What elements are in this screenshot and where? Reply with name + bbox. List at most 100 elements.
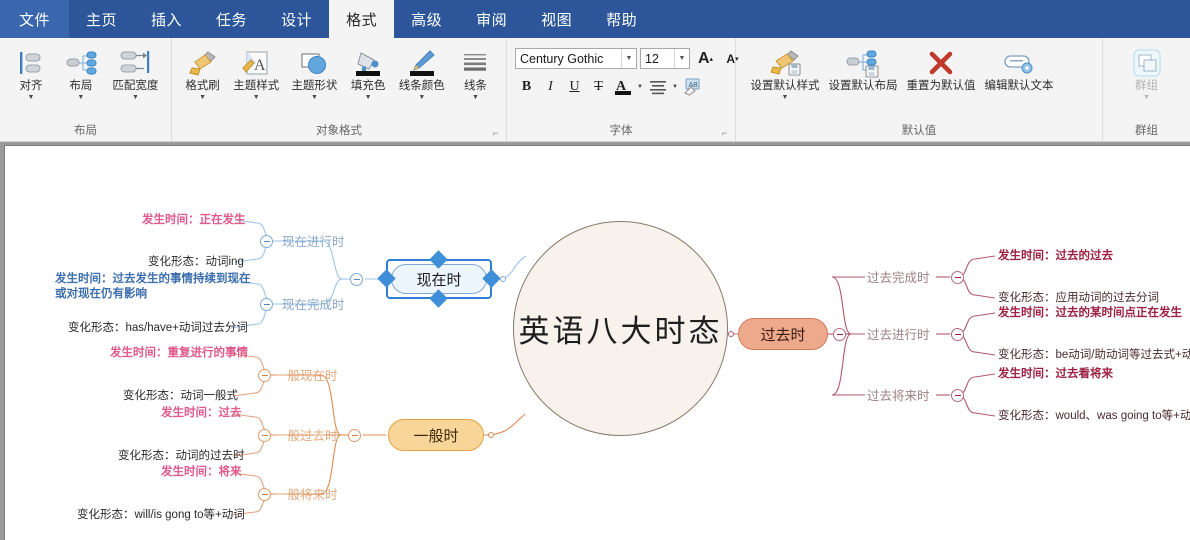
connector-dot-past[interactable]: [728, 331, 734, 337]
detail-simple-present-form[interactable]: 变化形态：动词一般式: [123, 389, 238, 404]
edit-default-text-button[interactable]: 编辑默认文本: [980, 42, 1058, 102]
text-color-button[interactable]: A: [611, 75, 634, 98]
chevron-down-icon[interactable]: ▼: [621, 49, 636, 68]
detail-past-continuous-time[interactable]: 发生时间：过去的某时间点正在发生: [998, 306, 1182, 321]
collapse-button-present[interactable]: [350, 273, 363, 286]
bold-button[interactable]: B: [515, 75, 538, 98]
menu-item-review[interactable]: 审阅: [459, 0, 524, 38]
chevron-down-icon[interactable]: ▼: [472, 93, 479, 102]
detail-past-continuous-form[interactable]: 变化形态：be动词/助动词等过去式+动词ing: [998, 348, 1190, 363]
detail-present-perfect-time-line1[interactable]: 发生时间：过去发生的事情持续到现在: [55, 272, 251, 287]
chevron-down-icon[interactable]: ▼: [77, 93, 84, 102]
detail-present-continuous-time[interactable]: 发生时间：正在发生: [142, 213, 246, 228]
chevron-down-icon[interactable]: ▼: [253, 93, 260, 102]
chevron-down-icon[interactable]: ▼: [674, 49, 689, 68]
collapse-button-present-continuous[interactable]: [260, 235, 273, 248]
grow-font-button[interactable]: A ▴: [693, 47, 718, 70]
subtopic-simple-future[interactable]: 一般将来时: [275, 487, 338, 502]
detail-past-future-form[interactable]: 变化形态：would、was going to等+动词: [998, 409, 1190, 424]
detail-simple-past-time[interactable]: 发生时间：过去: [161, 406, 242, 421]
subtopic-past-future[interactable]: 过去将来时: [867, 388, 930, 403]
subtopic-simple-past[interactable]: 一般过去时: [275, 428, 338, 443]
subtopic-label: 过去完成时: [867, 270, 930, 285]
dialog-launcher-icon[interactable]: ⌐: [491, 129, 500, 138]
menu-item-task[interactable]: 任务: [199, 0, 264, 38]
underline-button[interactable]: U: [563, 75, 586, 98]
fill-color-button[interactable]: 填充色 ▼: [344, 42, 393, 102]
group-button[interactable]: 群组 ▼: [1120, 42, 1174, 102]
menu-item-file[interactable]: 文件: [0, 0, 70, 38]
detail-present-perfect-time-line2[interactable]: 或对现在仍有影响: [55, 287, 147, 302]
grow-font-label: A: [697, 49, 710, 67]
theme-style-button[interactable]: A 主题样式 ▼: [227, 42, 285, 102]
topic-simple[interactable]: 一般时: [388, 419, 484, 451]
subtopic-past-continuous[interactable]: 过去进行时: [867, 327, 930, 342]
theme-shape-button[interactable]: 主题形状 ▼: [285, 42, 343, 102]
collapse-button-simple-present[interactable]: [258, 369, 271, 382]
collapse-button-simple-future[interactable]: [258, 488, 271, 501]
reset-default-button[interactable]: 重置为默认值: [902, 42, 980, 102]
detail-simple-future-form[interactable]: 变化形态：will/is gong to等+动词: [77, 508, 245, 523]
detail-simple-past-form[interactable]: 变化形态：动词的过去时: [118, 449, 245, 464]
font-name-combobox[interactable]: Century Gothic ▼: [515, 48, 637, 69]
align-button[interactable]: 对齐 ▼: [6, 42, 56, 102]
connector-dot-present[interactable]: [500, 276, 506, 282]
chevron-down-icon[interactable]: ▼: [199, 93, 206, 102]
chevron-down-icon[interactable]: ▼: [365, 93, 372, 102]
subtopic-label: 现在完成时: [282, 297, 345, 312]
line-color-icon: [400, 46, 444, 80]
subtopic-simple-present[interactable]: 一般现在时: [275, 368, 338, 383]
topic-past[interactable]: 过去时: [738, 318, 828, 350]
detail-present-continuous-form[interactable]: 变化形态：动词ing: [148, 255, 244, 270]
italic-button[interactable]: I: [539, 75, 562, 98]
connector-dot-simple[interactable]: [488, 432, 494, 438]
line-color-button[interactable]: 线条颜色 ▼: [393, 42, 451, 102]
collapse-button-present-perfect[interactable]: [260, 298, 273, 311]
menu-item-home[interactable]: 主页: [69, 0, 134, 38]
layout-button[interactable]: 布局 ▼: [56, 42, 106, 102]
mindmap-canvas[interactable]: 英语八大时态 现在时 过去时 一般时 现在进行时 现在完成时 一般现在时 一般过…: [4, 145, 1190, 540]
menu-item-design[interactable]: 设计: [264, 0, 329, 38]
menu-item-view[interactable]: 视图: [524, 0, 589, 38]
chevron-down-icon[interactable]: ▼: [670, 84, 680, 90]
strikethrough-button[interactable]: T: [587, 75, 610, 98]
central-topic[interactable]: 英语八大时态: [513, 221, 728, 436]
chevron-down-icon[interactable]: ▼: [782, 93, 789, 102]
menu-item-advanced[interactable]: 高级: [394, 0, 459, 38]
format-painter-button[interactable]: 格式刷 ▼: [178, 42, 227, 102]
subtopic-present-perfect[interactable]: 现在完成时: [282, 297, 345, 312]
set-default-style-button[interactable]: 设置默认样式 ▼: [746, 42, 824, 102]
menu-item-format[interactable]: 格式: [329, 0, 395, 38]
canvas-scroll-area[interactable]: 英语八大时态 现在时 过去时 一般时 现在进行时 现在完成时 一般现在时 一般过…: [0, 142, 1190, 540]
chevron-down-icon[interactable]: ▼: [635, 84, 645, 90]
set-default-layout-button[interactable]: 设置默认布局: [824, 42, 902, 102]
collapse-button-past-future[interactable]: [951, 389, 964, 402]
menu-item-help[interactable]: 帮助: [589, 0, 654, 38]
match-width-button[interactable]: 匹配宽度 ▼: [106, 42, 165, 102]
menu-item-insert[interactable]: 插入: [134, 0, 199, 38]
chevron-down-icon[interactable]: ▼: [418, 93, 425, 102]
detail-past-perfect-time[interactable]: 发生时间：过去的过去: [998, 249, 1113, 264]
text-align-button[interactable]: [646, 75, 669, 98]
detail-present-perfect-form[interactable]: 变化形态：has/have+动词过去分词: [68, 321, 248, 336]
chevron-down-icon[interactable]: ▼: [311, 93, 318, 102]
subtopic-past-perfect[interactable]: 过去完成时: [867, 270, 930, 285]
detail-simple-present-time[interactable]: 发生时间：重复进行的事情: [110, 346, 248, 361]
line-style-button[interactable]: 线条 ▼: [451, 42, 500, 102]
detail-past-future-time[interactable]: 发生时间：过去看将来: [998, 367, 1113, 382]
collapse-button-past-perfect[interactable]: [951, 271, 964, 284]
collapse-button-simple-past[interactable]: [258, 429, 271, 442]
align-icon: [9, 46, 53, 80]
detail-past-perfect-form[interactable]: 变化形态：应用动词的过去分词: [998, 291, 1159, 306]
collapse-button-simple[interactable]: [348, 429, 361, 442]
chevron-down-icon[interactable]: ▼: [1143, 93, 1150, 102]
dialog-launcher-icon[interactable]: ⌐: [720, 129, 729, 138]
clear-formatting-button[interactable]: AB: [681, 75, 704, 98]
collapse-button-past[interactable]: [833, 328, 846, 341]
subtopic-present-continuous[interactable]: 现在进行时: [282, 234, 345, 249]
font-size-combobox[interactable]: 12 ▼: [640, 48, 690, 69]
collapse-button-past-continuous[interactable]: [951, 328, 964, 341]
detail-simple-future-time[interactable]: 发生时间：将来: [161, 465, 242, 480]
chevron-down-icon[interactable]: ▼: [27, 93, 34, 102]
chevron-down-icon[interactable]: ▼: [132, 93, 139, 102]
